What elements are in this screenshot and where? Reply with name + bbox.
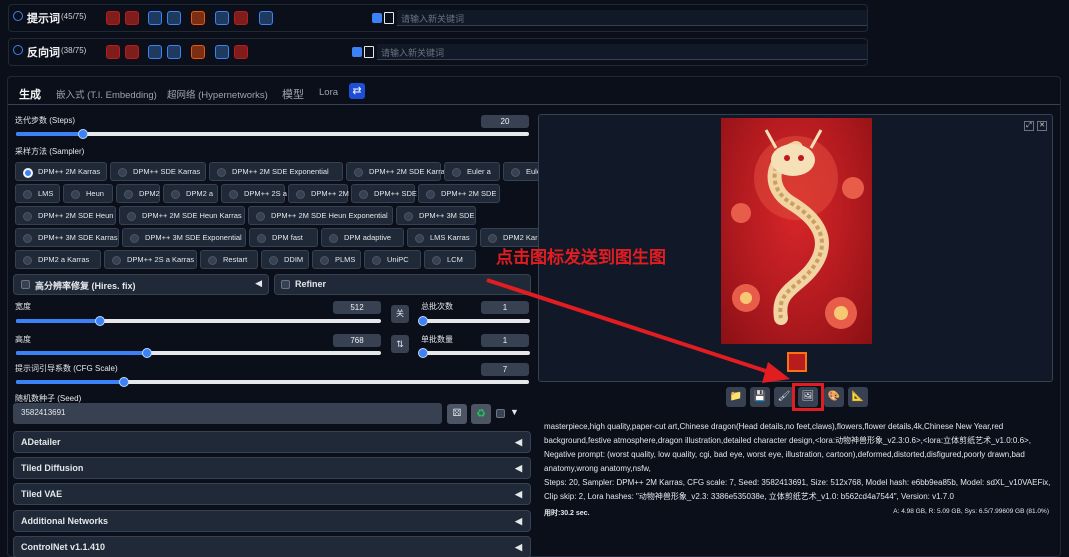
ruler-icon[interactable]: 📐 [848,387,868,407]
parameters-text: Steps: 20, Sampler: DPM++ 2M Karras, CFG… [544,478,1051,501]
negative-prompt-text: Negative prompt: (worst quality, low qua… [544,450,1025,473]
send-to-img2img-icon[interactable]: 🖼 [798,387,818,407]
folder-icon[interactable]: 📁 [726,387,746,407]
palette-icon[interactable]: 🎨 [824,387,844,407]
time-taken: 用时:30.2 sec. [544,510,590,517]
send-to-txt2img-icon[interactable]: 🖌 [774,387,794,407]
vram-usage: A: 4.98 GB, R: 5.09 GB, Sys: 6.5/7.99609… [893,508,1049,515]
generation-info: masterpiece,high quality,paper-cut art,C… [544,420,1054,504]
save-icon[interactable]: 💾 [750,387,770,407]
prompt-text: masterpiece,high quality,paper-cut art,C… [544,422,1031,445]
